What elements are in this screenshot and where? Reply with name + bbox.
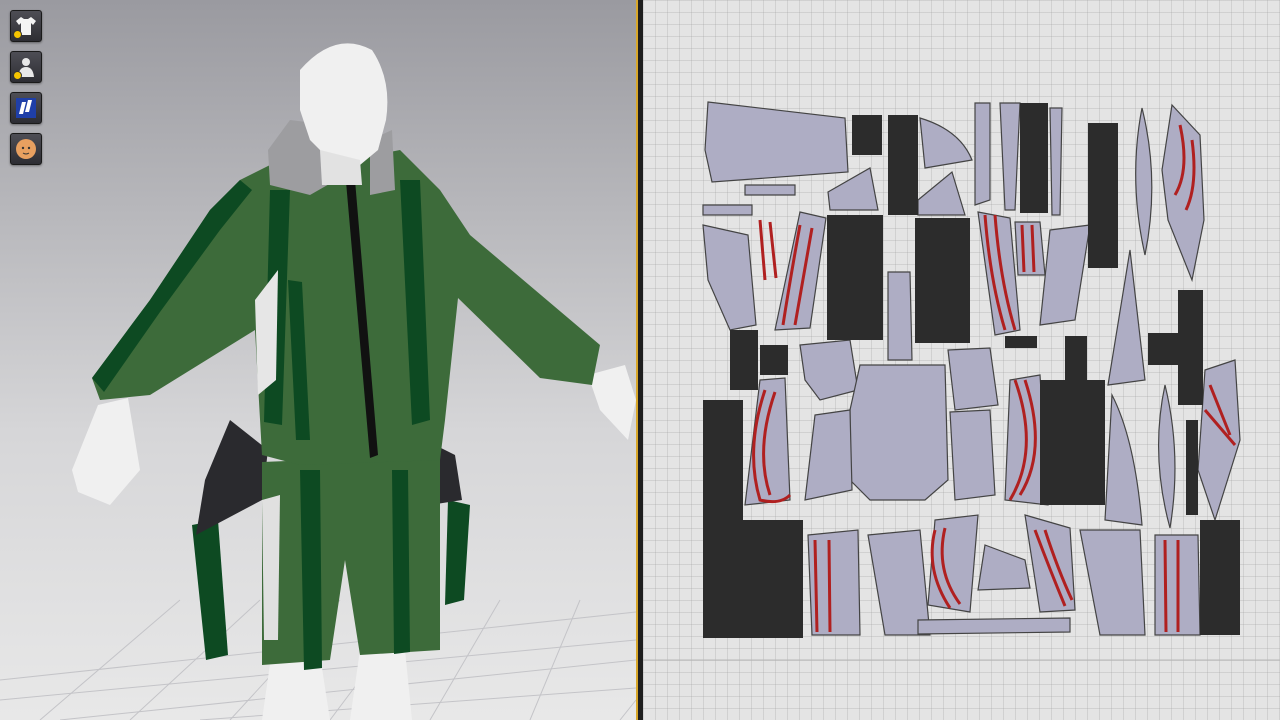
pattern-piece[interactable] (1135, 107, 1153, 256)
shorts-inner-white (262, 495, 280, 640)
pattern-piece[interactable] (917, 170, 966, 216)
shorts[interactable] (262, 455, 440, 665)
pattern-piece[interactable] (804, 409, 853, 501)
pattern-piece[interactable] (744, 184, 796, 196)
back-strap-left[interactable] (192, 520, 228, 660)
garment-display-button[interactable] (10, 10, 42, 42)
view-divider-highlight (636, 0, 638, 720)
pattern-piece[interactable] (1107, 249, 1146, 386)
pattern-piece[interactable] (1104, 392, 1143, 526)
pattern-piece[interactable] (1197, 359, 1241, 522)
texture-icon (16, 98, 36, 118)
pattern-piece[interactable] (704, 101, 849, 183)
left-toolbar (10, 10, 42, 174)
pattern-piece[interactable] (887, 271, 913, 361)
pattern-piece[interactable] (1049, 107, 1063, 216)
pattern-piece[interactable] (1079, 529, 1146, 636)
jacket-body[interactable] (92, 150, 600, 465)
pattern-piece[interactable] (827, 167, 879, 211)
pattern-piece[interactable] (947, 347, 999, 411)
pattern-piece[interactable] (849, 364, 949, 501)
avatar-right-hand (588, 365, 636, 440)
view-divider[interactable] (636, 0, 643, 720)
pattern-piece[interactable] (799, 339, 859, 401)
back-strap-right[interactable] (445, 500, 470, 605)
face-display-button[interactable] (10, 133, 42, 165)
face-icon (16, 139, 36, 159)
pattern-piece[interactable] (977, 544, 1031, 591)
pattern-piece[interactable] (999, 102, 1021, 211)
pattern-piece[interactable] (702, 224, 757, 331)
2d-pattern-viewport[interactable] (643, 0, 1280, 720)
pattern-canvas[interactable] (643, 0, 1280, 720)
avatar-display-button[interactable] (10, 51, 42, 83)
avatar-left-hand (72, 398, 140, 505)
texture-display-button[interactable] (10, 92, 42, 124)
pattern-piece[interactable] (977, 211, 1021, 336)
pattern-piece[interactable] (702, 204, 753, 216)
pattern-piece[interactable] (949, 409, 996, 501)
pattern-piece[interactable] (1158, 384, 1176, 529)
pattern-piece[interactable] (1039, 224, 1091, 326)
pattern-piece[interactable] (867, 529, 931, 636)
3d-viewport[interactable] (0, 0, 636, 720)
avatar-indicator-dot (13, 71, 22, 80)
garment-indicator-dot (13, 30, 22, 39)
3d-scene[interactable] (0, 0, 636, 720)
pattern-piece[interactable] (919, 117, 973, 169)
pattern-piece[interactable] (1161, 103, 1205, 283)
pattern-piece[interactable] (917, 617, 1071, 635)
pattern-piece[interactable] (1024, 514, 1076, 613)
pattern-piece[interactable] (927, 514, 979, 613)
side-panel-left[interactable] (196, 420, 268, 535)
pattern-piece[interactable] (1014, 221, 1046, 276)
pattern-piece[interactable] (974, 102, 991, 206)
